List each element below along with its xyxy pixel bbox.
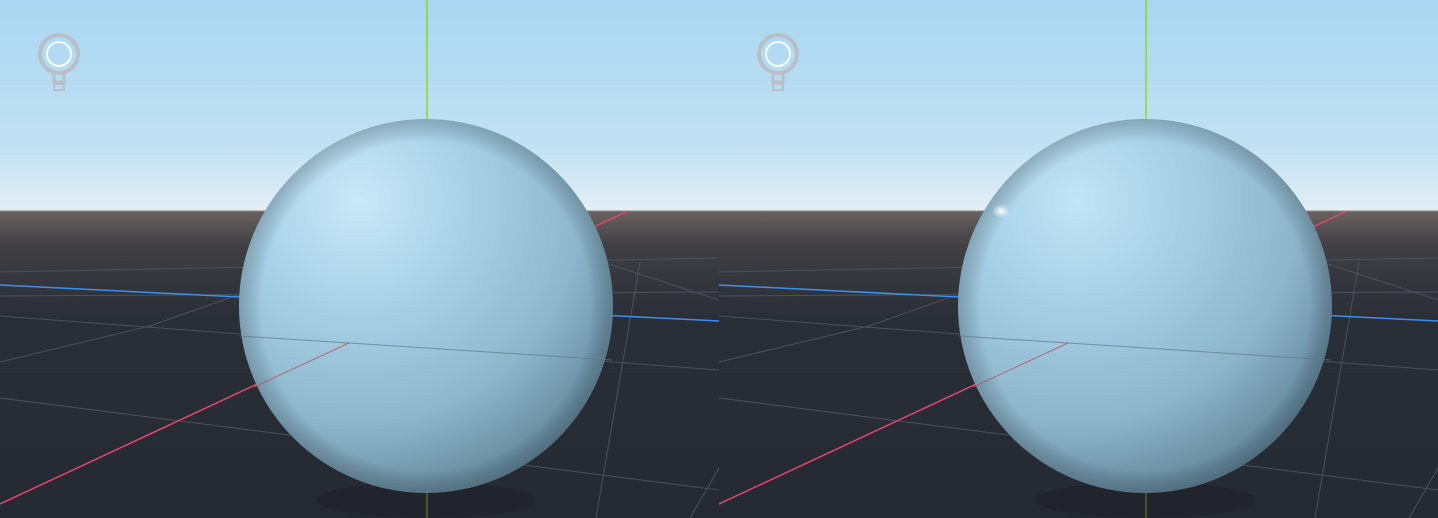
light-gizmo-right[interactable] (755, 30, 801, 94)
light-bulb-icon (757, 33, 799, 91)
light-bulb-icon (38, 33, 80, 91)
scene-3d-right[interactable] (719, 0, 1438, 518)
sphere-rim-shade (239, 119, 613, 493)
viewport-right[interactable] (719, 0, 1438, 518)
viewport-left[interactable] (0, 0, 719, 518)
scene-3d-left[interactable] (0, 0, 719, 518)
specular-highlight (992, 204, 1010, 218)
editor-viewport-area (0, 0, 1438, 518)
sphere-rim-shade (958, 119, 1332, 493)
light-gizmo-left[interactable] (36, 30, 82, 94)
